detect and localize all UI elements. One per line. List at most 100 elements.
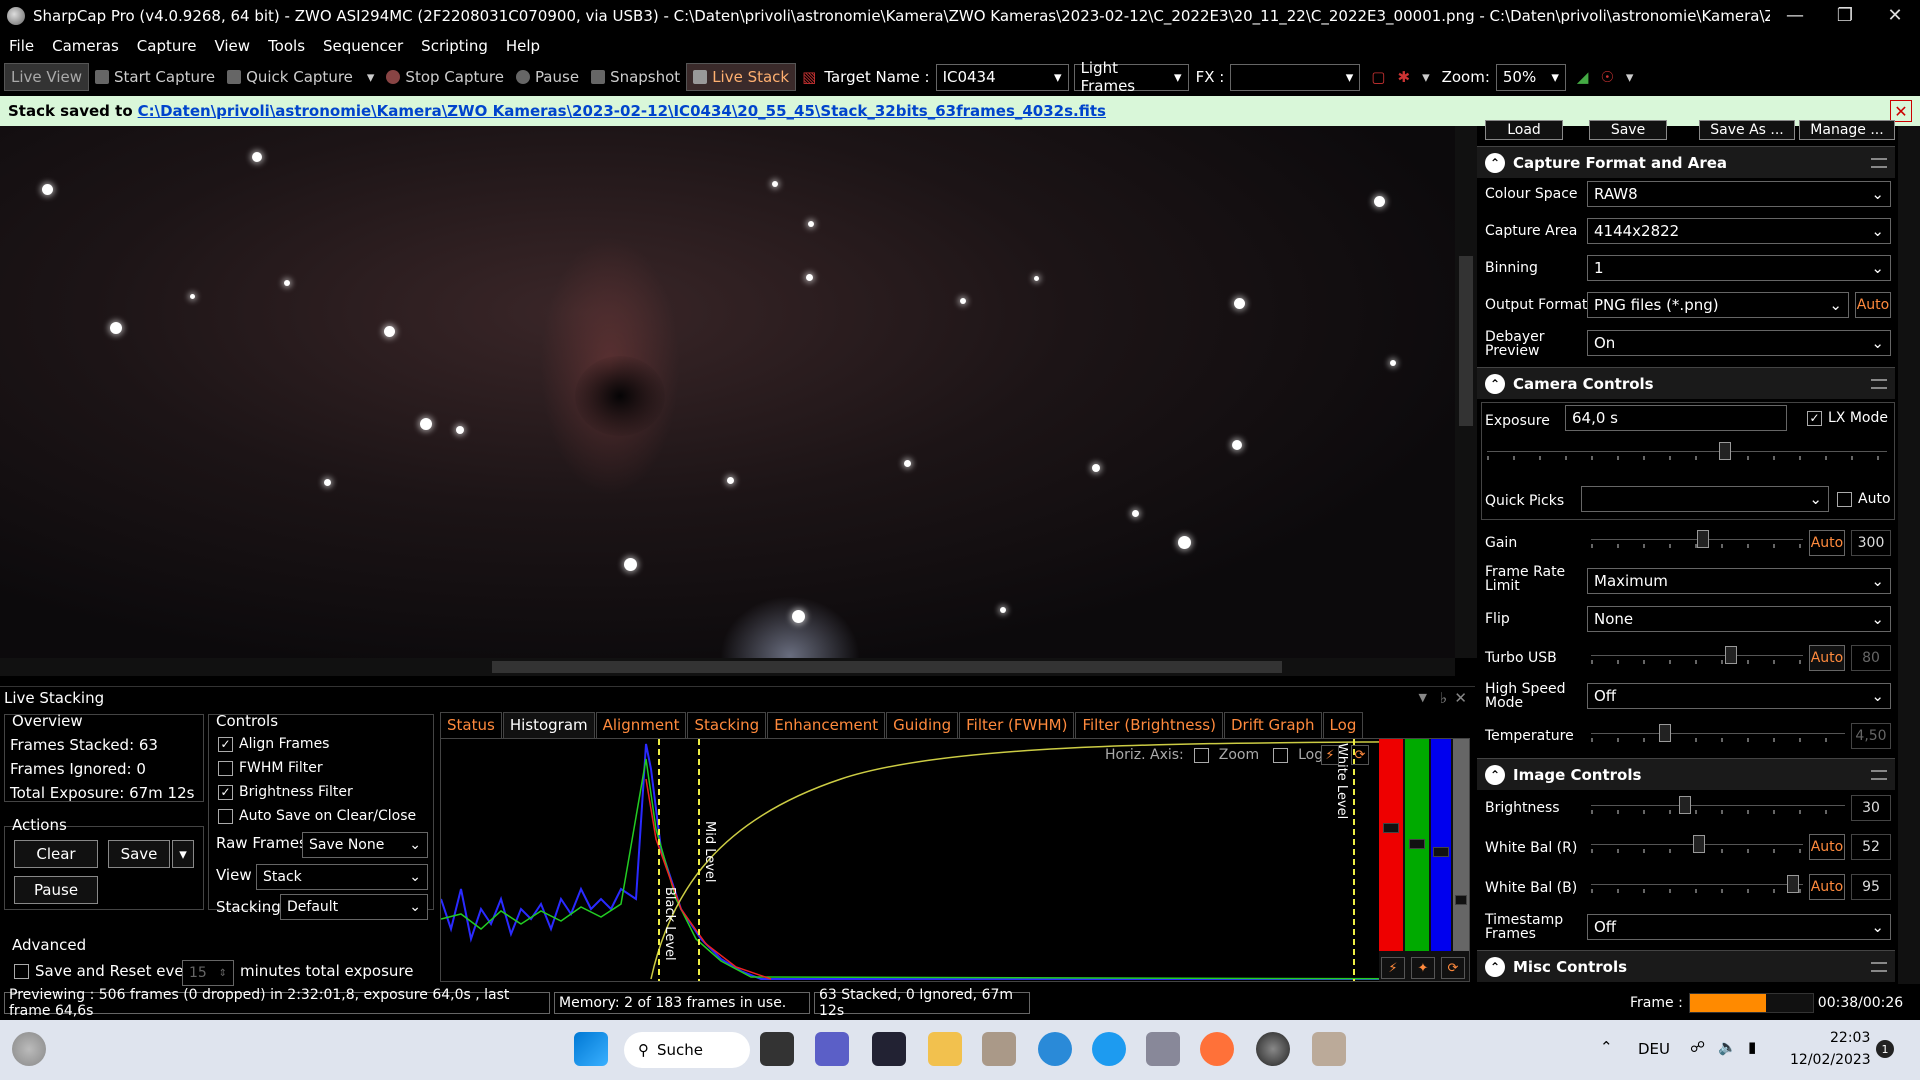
save-as-button[interactable]: Save As ...: [1699, 120, 1795, 140]
stacking-select[interactable]: Default ⌄: [280, 894, 428, 920]
language-indicator[interactable]: DEU: [1638, 1040, 1670, 1058]
firefox-icon[interactable]: [1200, 1032, 1234, 1066]
rectangle-icon[interactable]: ▢: [1371, 68, 1385, 86]
chevron-up-icon[interactable]: ⌃: [1485, 152, 1505, 173]
wb-red-auto-button[interactable]: Auto: [1809, 834, 1845, 860]
menu-capture[interactable]: Capture: [128, 37, 206, 55]
tab-enhancement[interactable]: Enhancement: [767, 712, 886, 738]
viewer-horizontal-scrollbar[interactable]: [0, 658, 1455, 676]
chevron-down-icon[interactable]: ▾: [1422, 68, 1430, 86]
brightness-value[interactable]: 30: [1851, 795, 1891, 821]
tab-filter-fwhm[interactable]: Filter (FWHM): [959, 712, 1075, 738]
weather-icon[interactable]: [12, 1032, 46, 1066]
save-profile-button[interactable]: Save: [1589, 120, 1667, 140]
green-slider-knob[interactable]: [1409, 839, 1425, 849]
app-icon[interactable]: [1146, 1032, 1180, 1066]
turbo-usb-slider[interactable]: [1591, 646, 1803, 666]
log-checkbox[interactable]: [1273, 747, 1289, 763]
menu-file[interactable]: File: [0, 37, 43, 55]
clock-date[interactable]: 12/02/2023: [1790, 1052, 1871, 1068]
quick-picks-select[interactable]: ⌄: [1581, 486, 1829, 512]
save-reset-checkbox[interactable]: Save and Reset every: [14, 962, 199, 980]
menu-icon[interactable]: [1871, 769, 1887, 780]
close-icon[interactable]: ✕: [1870, 0, 1920, 31]
wb-red-slider[interactable]: [1591, 835, 1803, 855]
snapshot-button[interactable]: Snapshot: [585, 63, 686, 91]
menu-sequencer[interactable]: Sequencer: [314, 37, 412, 55]
image-controls-header[interactable]: ⌃ Image Controls: [1477, 758, 1895, 790]
app-icon[interactable]: [982, 1032, 1016, 1066]
menu-tools[interactable]: Tools: [259, 37, 314, 55]
save-dropdown-button[interactable]: ▾: [172, 840, 194, 868]
chevron-down-icon[interactable]: ▾: [1626, 68, 1634, 86]
app-icon[interactable]: [1312, 1032, 1346, 1066]
capture-format-header[interactable]: ⌃ Capture Format and Area: [1477, 146, 1895, 178]
network-icon[interactable]: ☍: [1690, 1038, 1705, 1056]
chevron-up-icon[interactable]: ⌃: [1485, 373, 1505, 394]
minutes-stepper[interactable]: 15 ⇕: [182, 960, 234, 986]
colour-space-select[interactable]: RAW8 ⌄: [1587, 181, 1891, 207]
viewer-vertical-scrollbar[interactable]: [1455, 126, 1477, 658]
quick-capture-button[interactable]: Quick Capture ▾: [221, 63, 380, 91]
sharpcap-icon[interactable]: [1256, 1032, 1290, 1066]
chevron-up-icon[interactable]: ⌃: [1485, 764, 1505, 785]
menu-view[interactable]: View: [205, 37, 259, 55]
turbo-usb-value[interactable]: 80: [1851, 645, 1891, 671]
luminance-channel-bar[interactable]: [1453, 739, 1469, 951]
chevron-down-icon[interactable]: ▾: [367, 68, 375, 86]
gain-slider[interactable]: [1591, 530, 1803, 550]
lx-mode-checkbox[interactable]: ✓ LX Mode: [1807, 410, 1888, 426]
menu-scripting[interactable]: Scripting: [412, 37, 497, 55]
chevron-up-icon[interactable]: ⌃: [1600, 1038, 1613, 1056]
taskbar-search[interactable]: ⚲ Suche: [624, 1032, 750, 1068]
flip-select[interactable]: None ⌄: [1587, 606, 1891, 632]
exposure-input[interactable]: 64,0 s: [1565, 405, 1787, 431]
app-icon[interactable]: [1038, 1032, 1072, 1066]
windows-start-icon[interactable]: [574, 1032, 608, 1066]
tab-status[interactable]: Status: [440, 712, 502, 738]
output-format-select[interactable]: PNG files (*.png) ⌄: [1587, 292, 1849, 318]
menu-help[interactable]: Help: [497, 37, 549, 55]
output-format-auto-button[interactable]: Auto: [1855, 292, 1891, 318]
quick-picks-auto-checkbox[interactable]: Auto: [1837, 491, 1891, 507]
blue-channel-bar[interactable]: [1431, 739, 1451, 951]
menu-icon[interactable]: [1871, 157, 1887, 168]
live-view-button[interactable]: Live View: [4, 63, 89, 91]
wb-red-value[interactable]: 52: [1851, 834, 1891, 860]
capture-area-select[interactable]: 4144x2822 ⌄: [1587, 218, 1891, 244]
tab-log[interactable]: Log: [1322, 712, 1364, 738]
reticle-icon[interactable]: ✱: [1397, 68, 1410, 86]
app-icon[interactable]: [872, 1032, 906, 1066]
target-icon[interactable]: ☉: [1600, 68, 1613, 86]
close-icon[interactable]: ✕: [1890, 100, 1912, 122]
binning-select[interactable]: 1 ⌄: [1587, 255, 1891, 281]
chevron-down-icon[interactable]: ▼: [1419, 691, 1427, 704]
exposure-slider[interactable]: [1487, 442, 1887, 462]
tab-histogram[interactable]: Histogram: [502, 712, 595, 738]
menu-icon[interactable]: [1871, 961, 1887, 972]
frame-rate-select[interactable]: Maximum ⌄: [1587, 568, 1891, 594]
histogram-icon[interactable]: ◢: [1577, 68, 1589, 86]
teams-icon[interactable]: [815, 1032, 849, 1066]
wb-blue-auto-button[interactable]: Auto: [1809, 874, 1845, 900]
restore-icon[interactable]: ❐: [1820, 0, 1870, 31]
auto-save-checkbox[interactable]: Auto Save on Clear/Close: [218, 808, 416, 824]
clock-time[interactable]: 22:03: [1830, 1030, 1870, 1046]
stack-pause-button[interactable]: Pause: [14, 876, 98, 904]
start-capture-button[interactable]: Start Capture: [89, 63, 221, 91]
histogram-panel[interactable]: Black Level Mid Level White Level Horiz.…: [440, 738, 1470, 982]
high-speed-select[interactable]: Off ⌄: [1587, 683, 1891, 709]
red-slider-knob[interactable]: [1383, 823, 1399, 833]
timestamp-select[interactable]: Off ⌄: [1587, 914, 1891, 940]
frame-type-select[interactable]: Light Frames ▾: [1073, 59, 1189, 95]
chevron-up-icon[interactable]: ⌃: [1485, 956, 1505, 977]
lightning-icon[interactable]: ⚡: [1321, 745, 1339, 765]
raw-frames-select[interactable]: Save None ⌄: [302, 832, 428, 858]
live-stack-button[interactable]: Live Stack: [686, 63, 797, 91]
app-icon[interactable]: [1092, 1032, 1126, 1066]
wb-blue-slider[interactable]: [1591, 875, 1803, 895]
lightning-icon[interactable]: ⚡: [1381, 957, 1405, 979]
banner-folder-link[interactable]: C:\Daten\privoli\astronomie\Kamera\ZWO K…: [138, 102, 815, 120]
banner-file-link[interactable]: \Stack_32bits_63frames_4032s.fits: [815, 102, 1106, 120]
tab-stacking[interactable]: Stacking: [687, 712, 767, 738]
